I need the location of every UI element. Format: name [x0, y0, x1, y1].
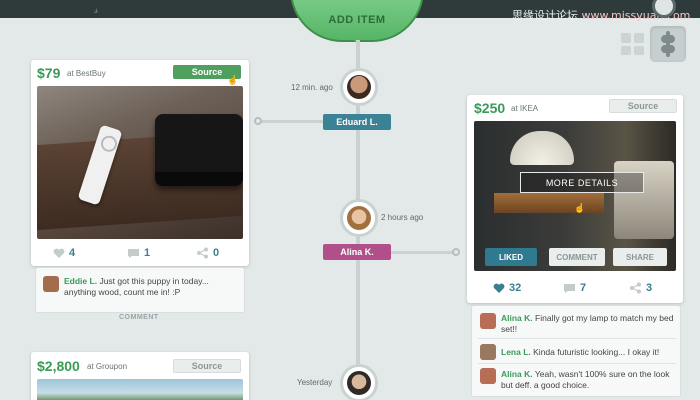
avatar[interactable] — [340, 199, 378, 237]
like-count[interactable]: 32 — [493, 282, 521, 294]
heart-icon — [493, 283, 505, 293]
comment-avatar — [480, 344, 496, 360]
comment-list: Alina K. Finally got my lamp to match my… — [471, 305, 681, 397]
item-card: $2,800 at Groupon Source — [31, 352, 249, 400]
grid-icon — [621, 45, 631, 55]
item-store: at BestBuy — [67, 69, 106, 78]
comment-author[interactable]: Eddie L. — [64, 276, 97, 286]
item-price: $2,800 — [37, 358, 80, 374]
source-button[interactable]: Source — [173, 359, 241, 373]
comment-text: Kinda futuristic looking... I okay it! — [533, 347, 660, 357]
comment-list: Eddie L. Just got this puppy in today...… — [35, 267, 245, 313]
share-count-value: 0 — [213, 247, 220, 259]
connector-dot-icon — [254, 117, 262, 125]
comment-item: Eddie L. Just got this puppy in today...… — [64, 276, 242, 298]
comment-item: Alina K. Yeah, wasn't 100% sure on the l… — [501, 369, 677, 391]
heart-icon — [53, 248, 65, 258]
liked-button[interactable]: LIKED — [485, 248, 537, 266]
comment-author[interactable]: Alina K. — [501, 313, 533, 323]
comment-author[interactable]: Lena L. — [501, 347, 531, 357]
share-count[interactable]: 0 — [196, 247, 219, 259]
avatar-photo — [347, 75, 371, 99]
add-comment-link[interactable]: COMMENT — [119, 314, 159, 321]
comment-item: Alina K. Finally got my lamp to match my… — [501, 313, 677, 335]
timestamp: 12 min. ago — [291, 83, 333, 92]
comment-count-value: 7 — [580, 282, 587, 294]
photo-nightstand — [494, 193, 604, 213]
item-price: $79 — [37, 65, 61, 81]
add-item-label: ADD ITEM — [328, 14, 386, 26]
avatar-photo — [347, 206, 371, 230]
like-count-value: 4 — [69, 247, 76, 259]
watermark-main: 思缘设计论坛 — [512, 9, 578, 22]
grid-view-toggle[interactable] — [620, 32, 644, 56]
comment-author[interactable]: Alina K. — [501, 369, 533, 379]
pointer-cursor-icon: ☝ — [227, 75, 239, 85]
comment-count[interactable]: 7 — [563, 282, 586, 294]
photo-tv-box — [155, 114, 243, 186]
share-count-value: 3 — [646, 282, 653, 294]
item-card: $250 at IKEA Source MORE DETAILS ☝ LIKED… — [467, 95, 683, 303]
comment-avatar — [43, 276, 59, 292]
comment-item: Lena L. Kinda futuristic looking... I ok… — [501, 347, 677, 358]
user-name-tag[interactable]: Eduard L. — [323, 114, 391, 130]
item-photo[interactable] — [37, 379, 243, 400]
grid-icon — [634, 33, 644, 43]
comment-divider — [478, 338, 676, 339]
item-card: $79 at BestBuy Source ☝ 4 1 0 — [31, 60, 249, 266]
source-button[interactable]: Source — [609, 99, 677, 113]
comment-avatar — [480, 368, 496, 384]
timeline-icon — [661, 35, 675, 43]
share-icon — [630, 282, 641, 294]
photo-landscape — [37, 379, 243, 400]
timeline-view-toggle[interactable] — [650, 26, 686, 62]
logo-fragment-icon: 𝓈 — [94, 2, 99, 16]
comment-bubble-icon — [564, 283, 575, 293]
avatar-photo — [347, 371, 371, 395]
like-count[interactable]: 4 — [53, 247, 75, 259]
comment-count-value: 1 — [144, 247, 151, 259]
timestamp: 2 hours ago — [381, 213, 424, 222]
item-store: at Groupon — [87, 362, 128, 371]
share-button[interactable]: SHARE — [613, 248, 667, 266]
pointer-cursor-icon: ☝ — [574, 203, 586, 213]
comment-button[interactable]: COMMENT — [549, 248, 605, 266]
comment-bubble-icon — [128, 248, 139, 258]
item-store: at IKEA — [511, 104, 539, 113]
grid-icon — [621, 33, 631, 43]
item-photo[interactable] — [37, 86, 243, 239]
avatar[interactable] — [340, 68, 378, 106]
share-icon — [197, 247, 208, 259]
item-price: $250 — [474, 100, 506, 116]
timestamp: Yesterday — [297, 378, 333, 387]
like-count-value: 32 — [509, 282, 522, 294]
connector-dot-icon — [452, 248, 460, 256]
comment-divider — [478, 363, 676, 364]
comment-avatar — [480, 313, 496, 329]
comment-count[interactable]: 1 — [127, 247, 150, 259]
avatar[interactable] — [340, 364, 378, 400]
grid-icon — [634, 45, 644, 55]
timeline-icon — [661, 45, 675, 53]
more-details-button[interactable]: MORE DETAILS — [520, 172, 644, 193]
user-name-tag[interactable]: Alina K. — [323, 244, 391, 260]
share-count[interactable]: 3 — [629, 282, 652, 294]
